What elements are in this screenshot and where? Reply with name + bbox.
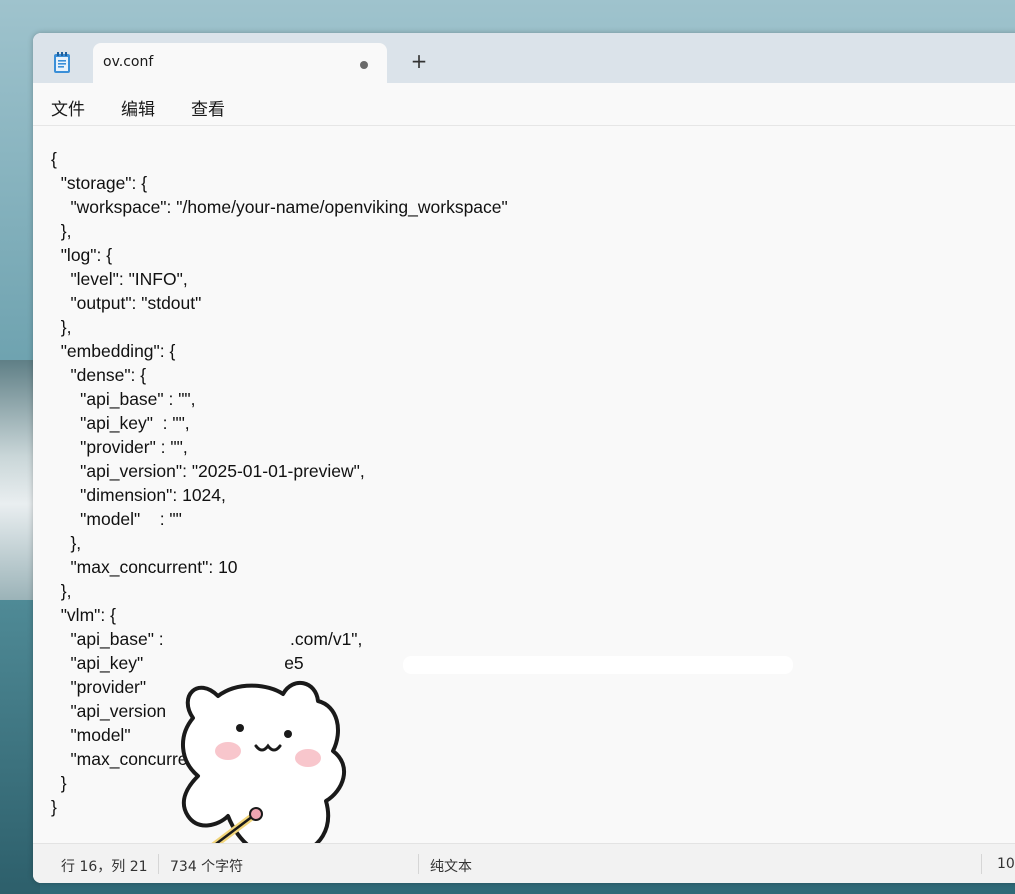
- notepad-window: ov.conf + 文件 编辑 查看 { "storage": { "works…: [33, 33, 1015, 883]
- menu-bar: 文件 编辑 查看: [33, 83, 1015, 126]
- notepad-icon: [54, 52, 70, 73]
- cursor-position: 行 16，列 21: [61, 859, 148, 875]
- tab-title: ov.conf: [103, 54, 154, 70]
- character-count: 734 个字符: [170, 859, 244, 875]
- tab-bar: ov.conf +: [33, 33, 1015, 83]
- menu-view[interactable]: 查看: [191, 95, 225, 120]
- unsaved-dot-icon[interactable]: [360, 61, 368, 69]
- redaction-mark: [403, 656, 793, 674]
- menu-file[interactable]: 文件: [51, 95, 85, 120]
- bear-sticker: [177, 680, 346, 871]
- status-bar: 行 16，列 21 734 个字符 纯文本 10: [33, 843, 1015, 883]
- zoom-level[interactable]: 10: [997, 856, 1015, 872]
- status-divider: [981, 854, 982, 874]
- status-divider: [418, 854, 419, 874]
- new-tab-button[interactable]: +: [409, 51, 429, 71]
- text-editor[interactable]: { "storage": { "workspace": "/home/your-…: [33, 126, 1015, 871]
- status-divider: [158, 854, 159, 874]
- menu-edit[interactable]: 编辑: [121, 95, 155, 120]
- encoding-label[interactable]: 纯文本: [430, 856, 472, 876]
- tab-ov-conf[interactable]: ov.conf: [93, 43, 387, 83]
